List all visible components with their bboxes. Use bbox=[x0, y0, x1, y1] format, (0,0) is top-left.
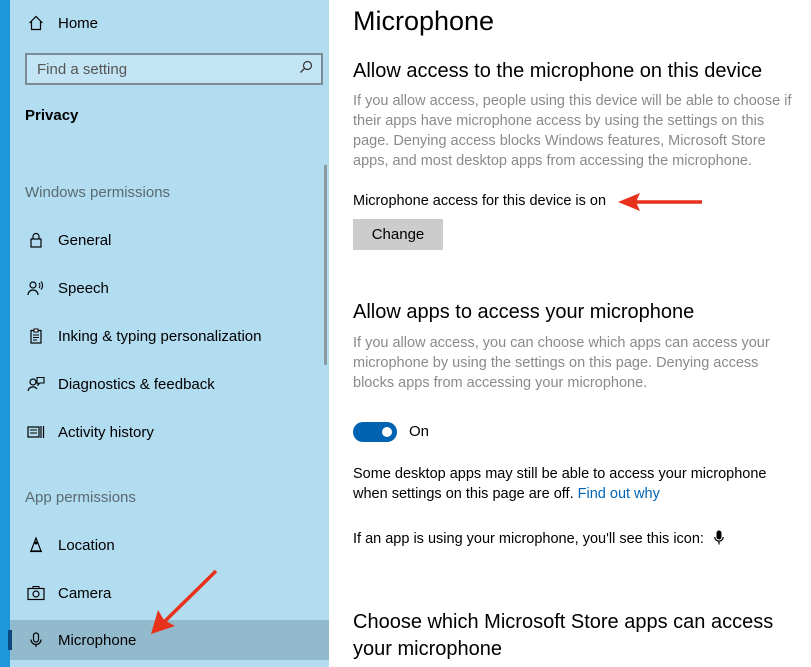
microphone-icon bbox=[714, 530, 724, 551]
sidebar-item-label: Microphone bbox=[58, 631, 137, 649]
search-placeholder: Find a setting bbox=[37, 60, 128, 78]
windows-permissions-label: Windows permissions bbox=[25, 184, 171, 201]
device-access-status: Microphone access for this device is on bbox=[353, 193, 607, 209]
apps-access-description: If you allow access, you can choose whic… bbox=[353, 335, 770, 391]
device-access-heading: Allow access to the microphone on this d… bbox=[353, 60, 763, 82]
annotation-arrow-icon bbox=[618, 193, 702, 211]
sidebar-item-label: Diagnostics & feedback bbox=[58, 375, 215, 393]
find-out-why-link[interactable]: Find out why bbox=[578, 486, 660, 502]
sidebar-item-speech[interactable]: Speech bbox=[10, 268, 329, 308]
camera-icon bbox=[26, 583, 46, 603]
lock-icon bbox=[26, 230, 46, 250]
sidebar-item-inking[interactable]: Inking & typing personalization bbox=[10, 316, 329, 356]
sidebar-item-camera[interactable]: Camera bbox=[10, 573, 329, 613]
page-title: Microphone bbox=[353, 6, 495, 36]
home-icon bbox=[26, 13, 46, 33]
sidebar-item-label: Activity history bbox=[58, 423, 154, 441]
sidebar-item-label: Speech bbox=[58, 279, 109, 297]
sidebar-item-location[interactable]: Location bbox=[10, 525, 329, 565]
sidebar-item-diagnostics[interactable]: Diagnostics & feedback bbox=[10, 364, 329, 404]
device-access-description: If you allow access, people using this d… bbox=[353, 93, 792, 169]
sidebar-item-activity-history[interactable]: Activity history bbox=[10, 412, 329, 452]
sidebar-home-label: Home bbox=[58, 14, 99, 32]
sidebar-item-microphone[interactable]: Microphone bbox=[8, 620, 329, 660]
change-button[interactable]: Change bbox=[353, 219, 443, 250]
desktop-apps-note: Some desktop apps may still be able to a… bbox=[353, 464, 798, 504]
section-title: Privacy bbox=[25, 107, 79, 124]
sidebar-item-label: Location bbox=[58, 536, 115, 554]
clipboard-icon bbox=[26, 326, 46, 346]
sidebar-item-label: Inking & typing personalization bbox=[58, 327, 262, 345]
speech-icon bbox=[26, 278, 46, 298]
search-icon[interactable] bbox=[299, 60, 313, 78]
sidebar-item-label: General bbox=[58, 231, 112, 249]
feedback-icon bbox=[26, 374, 46, 394]
sidebar-scrollbar[interactable] bbox=[324, 165, 327, 365]
location-icon bbox=[26, 535, 46, 555]
apps-access-heading: Allow apps to access your microphone bbox=[353, 301, 695, 323]
apps-access-toggle-label: On bbox=[409, 423, 430, 440]
apps-access-toggle[interactable] bbox=[353, 422, 397, 442]
sidebar-item-general[interactable]: General bbox=[10, 220, 329, 260]
microphone-icon bbox=[26, 630, 46, 650]
mic-icon-note: If an app is using your microphone, you'… bbox=[353, 529, 724, 551]
desktop-apps-note-text: Some desktop apps may still be able to a… bbox=[353, 466, 767, 502]
activity-history-icon bbox=[26, 422, 46, 442]
store-apps-heading: Choose which Microsoft Store apps can ac… bbox=[353, 611, 774, 660]
sidebar-item-label: Camera bbox=[58, 584, 112, 602]
mic-icon-note-text: If an app is using your microphone, you'… bbox=[353, 531, 704, 547]
sidebar-home[interactable]: Home bbox=[10, 3, 329, 43]
app-permissions-label: App permissions bbox=[25, 489, 136, 506]
sidebar: Home Find a setting Privacy Windows perm… bbox=[0, 0, 329, 667]
search-input[interactable]: Find a setting bbox=[25, 53, 323, 85]
